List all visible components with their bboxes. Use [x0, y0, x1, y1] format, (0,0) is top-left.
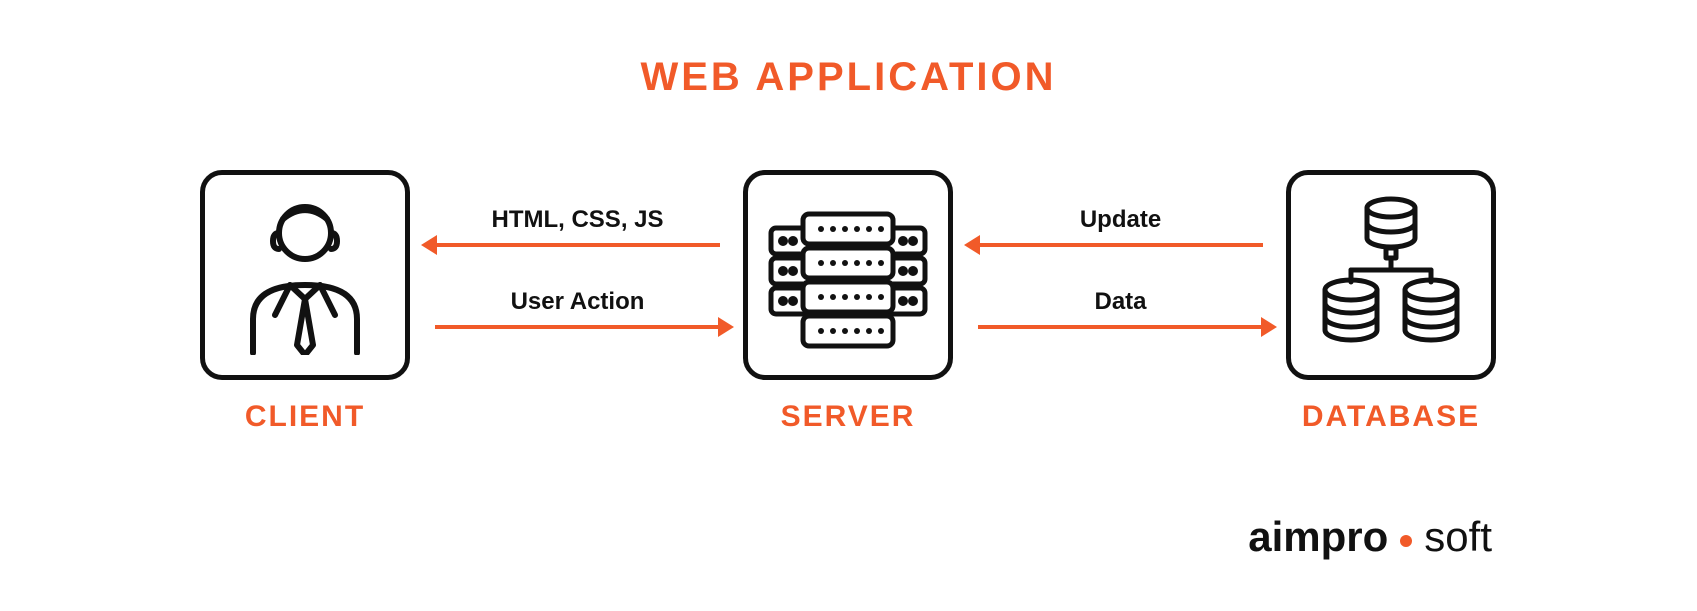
arrow-server-to-database-label: Data	[978, 288, 1263, 316]
server-rack-icon	[763, 200, 933, 350]
node-database	[1286, 170, 1496, 380]
diagram-title: WEB APPLICATION	[0, 55, 1697, 100]
arrow-database-to-server-label: Update	[978, 206, 1263, 234]
brand-part1: aimpro	[1248, 513, 1388, 561]
brand-dot-icon	[1400, 535, 1412, 547]
brand-logo: aimpro soft	[1248, 513, 1492, 561]
arrow-client-to-server	[435, 325, 720, 329]
arrow-server-to-client	[435, 243, 720, 247]
node-database-label: DATABASE	[1286, 400, 1496, 434]
arrow-server-to-database	[978, 325, 1263, 329]
arrow-server-to-client-label: HTML, CSS, JS	[435, 206, 720, 234]
database-icon	[1306, 190, 1476, 360]
node-client-label: CLIENT	[200, 400, 410, 434]
arrow-database-to-server	[978, 243, 1263, 247]
node-client	[200, 170, 410, 380]
person-icon	[235, 195, 375, 355]
arrow-client-to-server-label: User Action	[435, 288, 720, 316]
node-server	[743, 170, 953, 380]
node-server-label: SERVER	[743, 400, 953, 434]
brand-part2: soft	[1424, 513, 1492, 561]
